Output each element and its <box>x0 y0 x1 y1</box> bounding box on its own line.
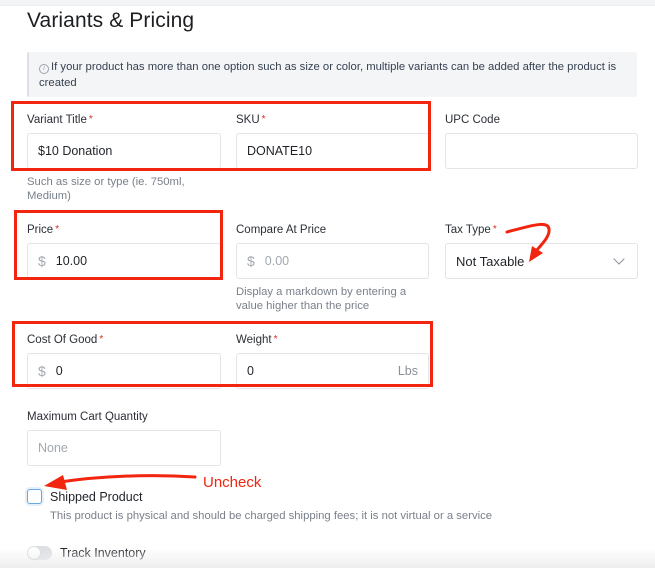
uncheck-arrow <box>44 474 197 490</box>
max-cart-quantity-placeholder: None <box>38 441 68 455</box>
sku-value: DONATE10 <box>247 144 313 158</box>
dollar-prefix: $ <box>38 363 46 379</box>
toggle-knob <box>28 547 40 559</box>
dollar-prefix: $ <box>247 253 255 269</box>
sku-input[interactable]: DONATE10 <box>236 133 429 169</box>
price-input[interactable]: $10.00 <box>27 243 221 279</box>
uncheck-annotation: Uncheck <box>203 474 262 491</box>
variant-title-label: Variant Title * <box>27 114 93 126</box>
cost-of-good-input[interactable]: $0 <box>27 353 221 389</box>
shipped-product-label[interactable]: Shipped Product <box>50 490 142 504</box>
shipped-product-help: This product is physical and should be c… <box>50 510 493 522</box>
top-bar <box>0 0 655 6</box>
notice-text: If your product has more than one option… <box>39 61 617 89</box>
shipped-product-checkbox[interactable] <box>27 489 42 504</box>
info-notice: i If your product has more than one optio… <box>27 52 637 97</box>
upc-input[interactable] <box>445 133 638 169</box>
upc-label: UPC Code <box>445 114 500 126</box>
section-title: Variants & Pricing <box>27 9 195 32</box>
compare-at-price-placeholder: 0.00 <box>264 254 290 268</box>
dollar-prefix: $ <box>38 253 46 269</box>
compare-at-price-help: Display a markdown by entering a value h… <box>236 286 407 312</box>
tax-type-select[interactable]: Not Taxable <box>445 243 638 279</box>
tax-type-label: Tax Type * <box>445 224 497 236</box>
max-cart-quantity-label: Maximum Cart Quantity <box>27 411 148 423</box>
sku-label: SKU * <box>236 114 266 126</box>
variant-title-value: $10 Donation <box>38 144 113 158</box>
cost-of-good-label: Cost Of Good * <box>27 334 104 346</box>
variant-title-input[interactable]: $10 Donation <box>27 133 221 169</box>
weight-label: Weight * <box>236 334 278 346</box>
weight-value: 0 <box>247 364 254 378</box>
weight-unit: Lbs <box>397 364 418 378</box>
max-cart-quantity-input[interactable]: None <box>27 430 221 466</box>
compare-at-price-input[interactable]: $0.00 <box>236 243 429 279</box>
track-inventory-toggle[interactable] <box>27 546 52 560</box>
variant-title-help: Such as size or type (ie. 750ml, Medium) <box>27 176 185 202</box>
cost-of-good-value: 0 <box>55 364 63 378</box>
tax-type-selected: Not Taxable <box>456 253 525 269</box>
track-inventory-label: Track Inventory <box>60 546 146 560</box>
chevron-down-icon <box>613 253 625 265</box>
price-label: Price * <box>27 224 60 236</box>
info-icon: i <box>39 64 49 74</box>
weight-input[interactable]: 0 Lbs <box>236 353 429 389</box>
price-value: 10.00 <box>55 254 88 268</box>
compare-at-price-label: Compare At Price <box>236 224 327 236</box>
